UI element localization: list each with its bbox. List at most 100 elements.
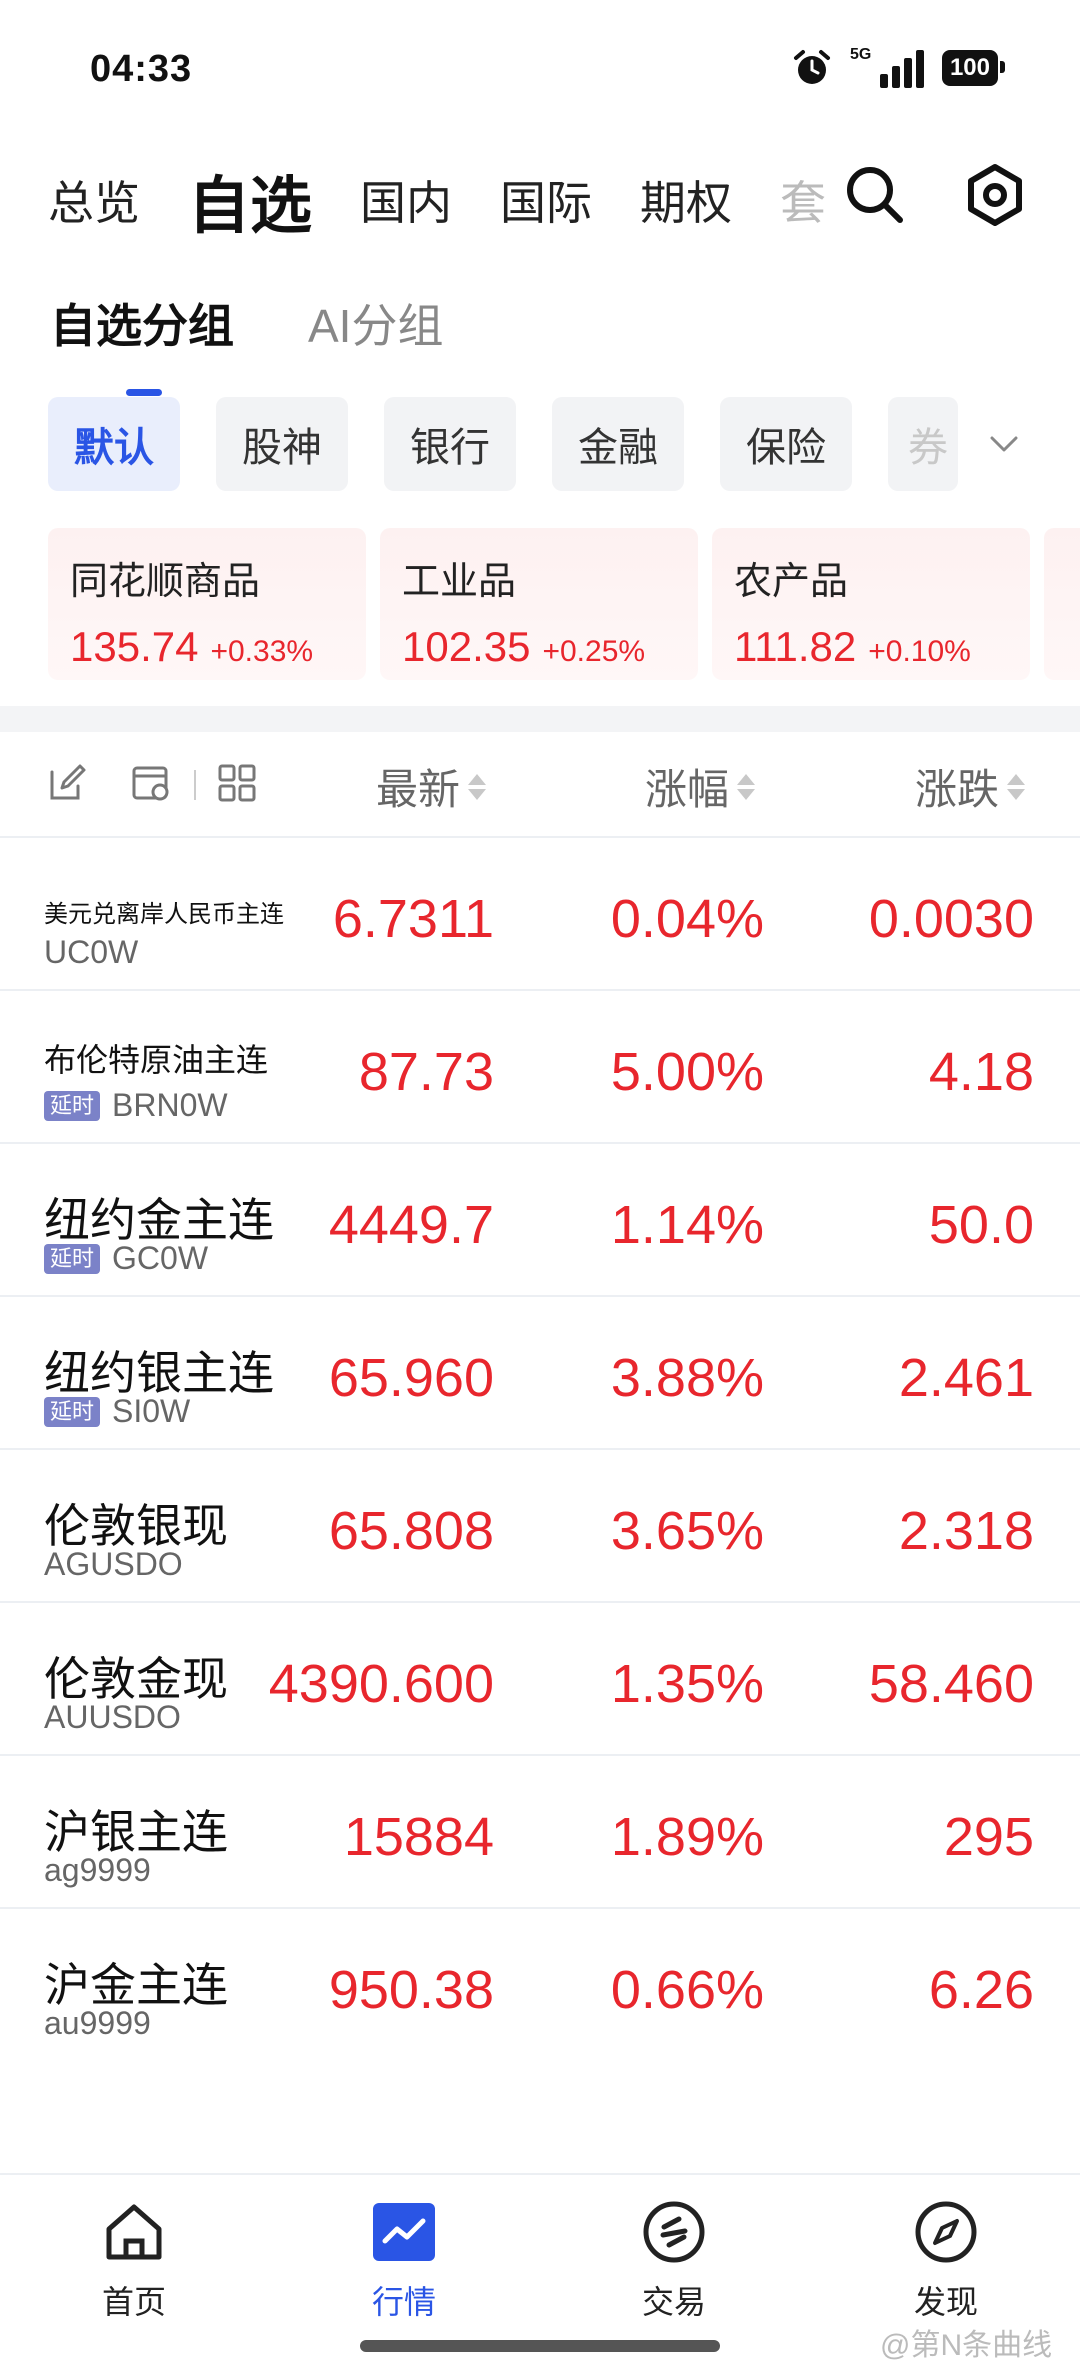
row-change: 2.318 — [898, 1501, 1034, 1561]
sort-latest[interactable]: 最新 — [376, 756, 487, 817]
settings-icon[interactable] — [962, 162, 1028, 228]
card-change: +0.10% — [868, 635, 971, 668]
sort-icon — [1007, 773, 1026, 800]
index-card[interactable]: 工业品 102.35 +0.25% — [380, 528, 698, 680]
row-change: 4.18 — [928, 1042, 1034, 1102]
table-row[interactable]: 纽约银主连 延时 SI0W 65.960 3.88% 2.461 — [0, 1297, 1080, 1450]
row-change: 58.460 — [868, 1654, 1034, 1714]
row-change: 2.461 — [898, 1348, 1034, 1408]
sort-change[interactable]: 涨跌 — [915, 756, 1026, 817]
chip-insurance[interactable]: 保险 — [720, 397, 852, 491]
quote-list: 美元兑离岸人民币主连 UC0W 6.7311 0.04% 0.0030 布伦特原… — [0, 838, 1080, 2062]
tab-watchlist[interactable]: 自选 — [188, 155, 312, 245]
delayed-badge: 延时 — [44, 1243, 101, 1274]
row-pct: 1.14% — [610, 1195, 764, 1255]
index-cards: 同花顺商品 135.74 +0.33% 工业品 102.35 +0.25% 农产… — [48, 528, 1080, 680]
column-change: 涨跌 — [915, 766, 1000, 813]
row-latest: 87.73 — [358, 1042, 494, 1102]
table-header: 最新 涨幅 涨跌 — [0, 732, 1080, 838]
sort-icon — [737, 773, 756, 800]
nav-label: 交易 — [641, 2284, 706, 2320]
row-code: au9999 — [44, 2005, 151, 2041]
grid-view-icon[interactable] — [216, 762, 258, 804]
row-code: ag9999 — [44, 1852, 151, 1888]
chevron-down-icon[interactable] — [984, 424, 1024, 464]
table-row[interactable]: 沪金主连 au9999 950.38 0.66% 6.26 — [0, 1909, 1080, 2062]
tab-options[interactable]: 期权 — [640, 167, 732, 233]
table-row[interactable]: 伦敦金现 AUUSDO 4390.600 1.35% 58.460 — [0, 1603, 1080, 1756]
chip-bank[interactable]: 银行 — [384, 397, 516, 491]
nav-label: 发现 — [913, 2284, 978, 2320]
watermark: @第N条曲线 — [880, 2329, 1053, 2362]
table-row[interactable]: 布伦特原油主连 延时 BRN0W 87.73 5.00% 4.18 — [0, 991, 1080, 1144]
top-tabs: 总览 自选 国内 国际 期权 套 — [48, 155, 888, 245]
tab-domestic[interactable]: 国内 — [360, 167, 452, 233]
chip-securities[interactable]: 券 — [888, 397, 958, 491]
table-row[interactable]: 纽约金主连 延时 GC0W 4449.7 1.14% 50.0 — [0, 1144, 1080, 1297]
column-pct: 涨幅 — [645, 766, 730, 813]
chip-default[interactable]: 默认 — [48, 397, 180, 491]
tab-international[interactable]: 国际 — [500, 167, 592, 233]
sort-icon — [468, 773, 487, 800]
index-card[interactable]: 农产品 111.82 +0.10% — [712, 528, 1030, 680]
tab-my-groups[interactable]: 自选分组 — [50, 290, 234, 396]
row-code: GC0W — [112, 1240, 209, 1276]
row-name: 美元兑离岸人民币主连 — [44, 901, 284, 928]
index-card[interactable]: 同花顺商品 135.74 +0.33% — [48, 528, 366, 680]
nav-label: 行情 — [371, 2284, 436, 2320]
row-change: 6.26 — [928, 1960, 1034, 2020]
section-divider — [0, 706, 1080, 732]
row-pct: 1.35% — [610, 1654, 764, 1714]
row-pct: 1.89% — [610, 1807, 764, 1867]
tab-ai-groups[interactable]: AI分组 — [308, 290, 443, 356]
tab-arbitrage[interactable]: 套 — [780, 167, 840, 233]
card-price: 135.74 — [70, 623, 199, 670]
row-change: 0.0030 — [868, 889, 1034, 949]
delayed-badge: 延时 — [44, 1090, 101, 1121]
home-indicator[interactable] — [360, 2340, 720, 2352]
chip-stock-god[interactable]: 股神 — [216, 397, 348, 491]
row-pct: 5.00% — [610, 1042, 764, 1102]
row-code: SI0W — [112, 1393, 191, 1429]
row-latest: 65.808 — [328, 1501, 494, 1561]
card-name: 同花顺商品 — [70, 561, 261, 603]
card-price: 111.82 — [734, 623, 857, 670]
table-row[interactable]: 沪银主连 ag9999 15884 1.89% 295 — [0, 1756, 1080, 1909]
row-pct: 0.66% — [610, 1960, 764, 2020]
row-pct: 3.65% — [610, 1501, 764, 1561]
group-tabs: 自选分组 AI分组 — [50, 290, 443, 396]
alarm-icon — [793, 50, 830, 84]
status-time: 04:33 — [90, 48, 193, 90]
nav-market[interactable]: 行情 — [304, 2197, 504, 2323]
row-latest: 4449.7 — [328, 1195, 494, 1255]
trade-icon — [643, 2201, 705, 2263]
edit-icon[interactable] — [46, 762, 88, 804]
nav-trade[interactable]: 交易 — [574, 2197, 774, 2323]
manage-icon[interactable] — [130, 762, 172, 804]
row-code: AUUSDO — [44, 1699, 181, 1735]
table-row[interactable]: 美元兑离岸人民币主连 UC0W 6.7311 0.04% 0.0030 — [0, 838, 1080, 991]
status-icons: 5G 100 — [792, 46, 1006, 88]
nav-discover[interactable]: 发现 — [846, 2197, 1046, 2323]
card-change: +0.33% — [210, 635, 314, 668]
table-row[interactable]: 伦敦银现 AGUSDO 65.808 3.65% 2.318 — [0, 1450, 1080, 1603]
battery-icon: 100 — [941, 50, 1006, 86]
sort-pct[interactable]: 涨幅 — [645, 756, 756, 817]
row-latest: 4390.600 — [268, 1654, 494, 1714]
index-card-partial[interactable] — [1044, 528, 1080, 680]
nav-label: 首页 — [101, 2284, 166, 2320]
status-bar: 04:33 5G 100 — [0, 0, 1080, 140]
nav-home[interactable]: 首页 — [34, 2197, 234, 2323]
row-code: UC0W — [44, 934, 139, 970]
network-type: 5G — [849, 46, 872, 63]
row-latest: 6.7311 — [332, 889, 494, 949]
compass-icon — [915, 2201, 977, 2263]
group-chips: 默认 股神 银行 金融 保险 券 — [48, 397, 1080, 491]
row-code: AGUSDO — [44, 1546, 183, 1582]
header-divider — [194, 770, 196, 800]
search-icon[interactable] — [842, 162, 906, 226]
tab-overview[interactable]: 总览 — [48, 167, 140, 233]
chip-finance[interactable]: 金融 — [552, 397, 684, 491]
row-latest: 65.960 — [328, 1348, 494, 1408]
row-pct: 0.04% — [610, 889, 764, 949]
